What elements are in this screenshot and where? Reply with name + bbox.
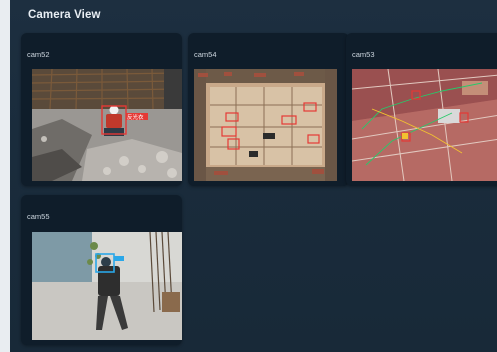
left-rail — [0, 0, 10, 352]
camera-feed-image — [32, 232, 182, 340]
camera-feed-cam54[interactable] — [194, 69, 337, 181]
camera-card-cam54[interactable]: cam54 — [188, 33, 349, 186]
detection-label: 反光衣 — [127, 115, 144, 121]
camera-card-cam55[interactable]: cam55 — [21, 195, 182, 345]
camera-feed-image — [32, 69, 182, 181]
camera-feed-cam55[interactable] — [32, 232, 182, 340]
camera-view-panel: Camera View cam52 反光衣 cam54 cam53 cam55 — [10, 0, 497, 352]
camera-card-cam53[interactable]: cam53 — [346, 33, 497, 186]
camera-feed-cam52[interactable]: 反光衣 — [32, 69, 182, 181]
camera-feed-image — [352, 69, 497, 181]
camera-feed-image — [194, 69, 337, 181]
panel-title: Camera View — [28, 9, 101, 21]
camera-label: cam54 — [194, 50, 217, 59]
camera-label: cam53 — [352, 50, 375, 59]
camera-feed-cam53[interactable] — [352, 69, 497, 181]
camera-label: cam55 — [27, 212, 50, 221]
camera-label: cam52 — [27, 50, 50, 59]
camera-card-cam52[interactable]: cam52 反光衣 — [21, 33, 182, 186]
